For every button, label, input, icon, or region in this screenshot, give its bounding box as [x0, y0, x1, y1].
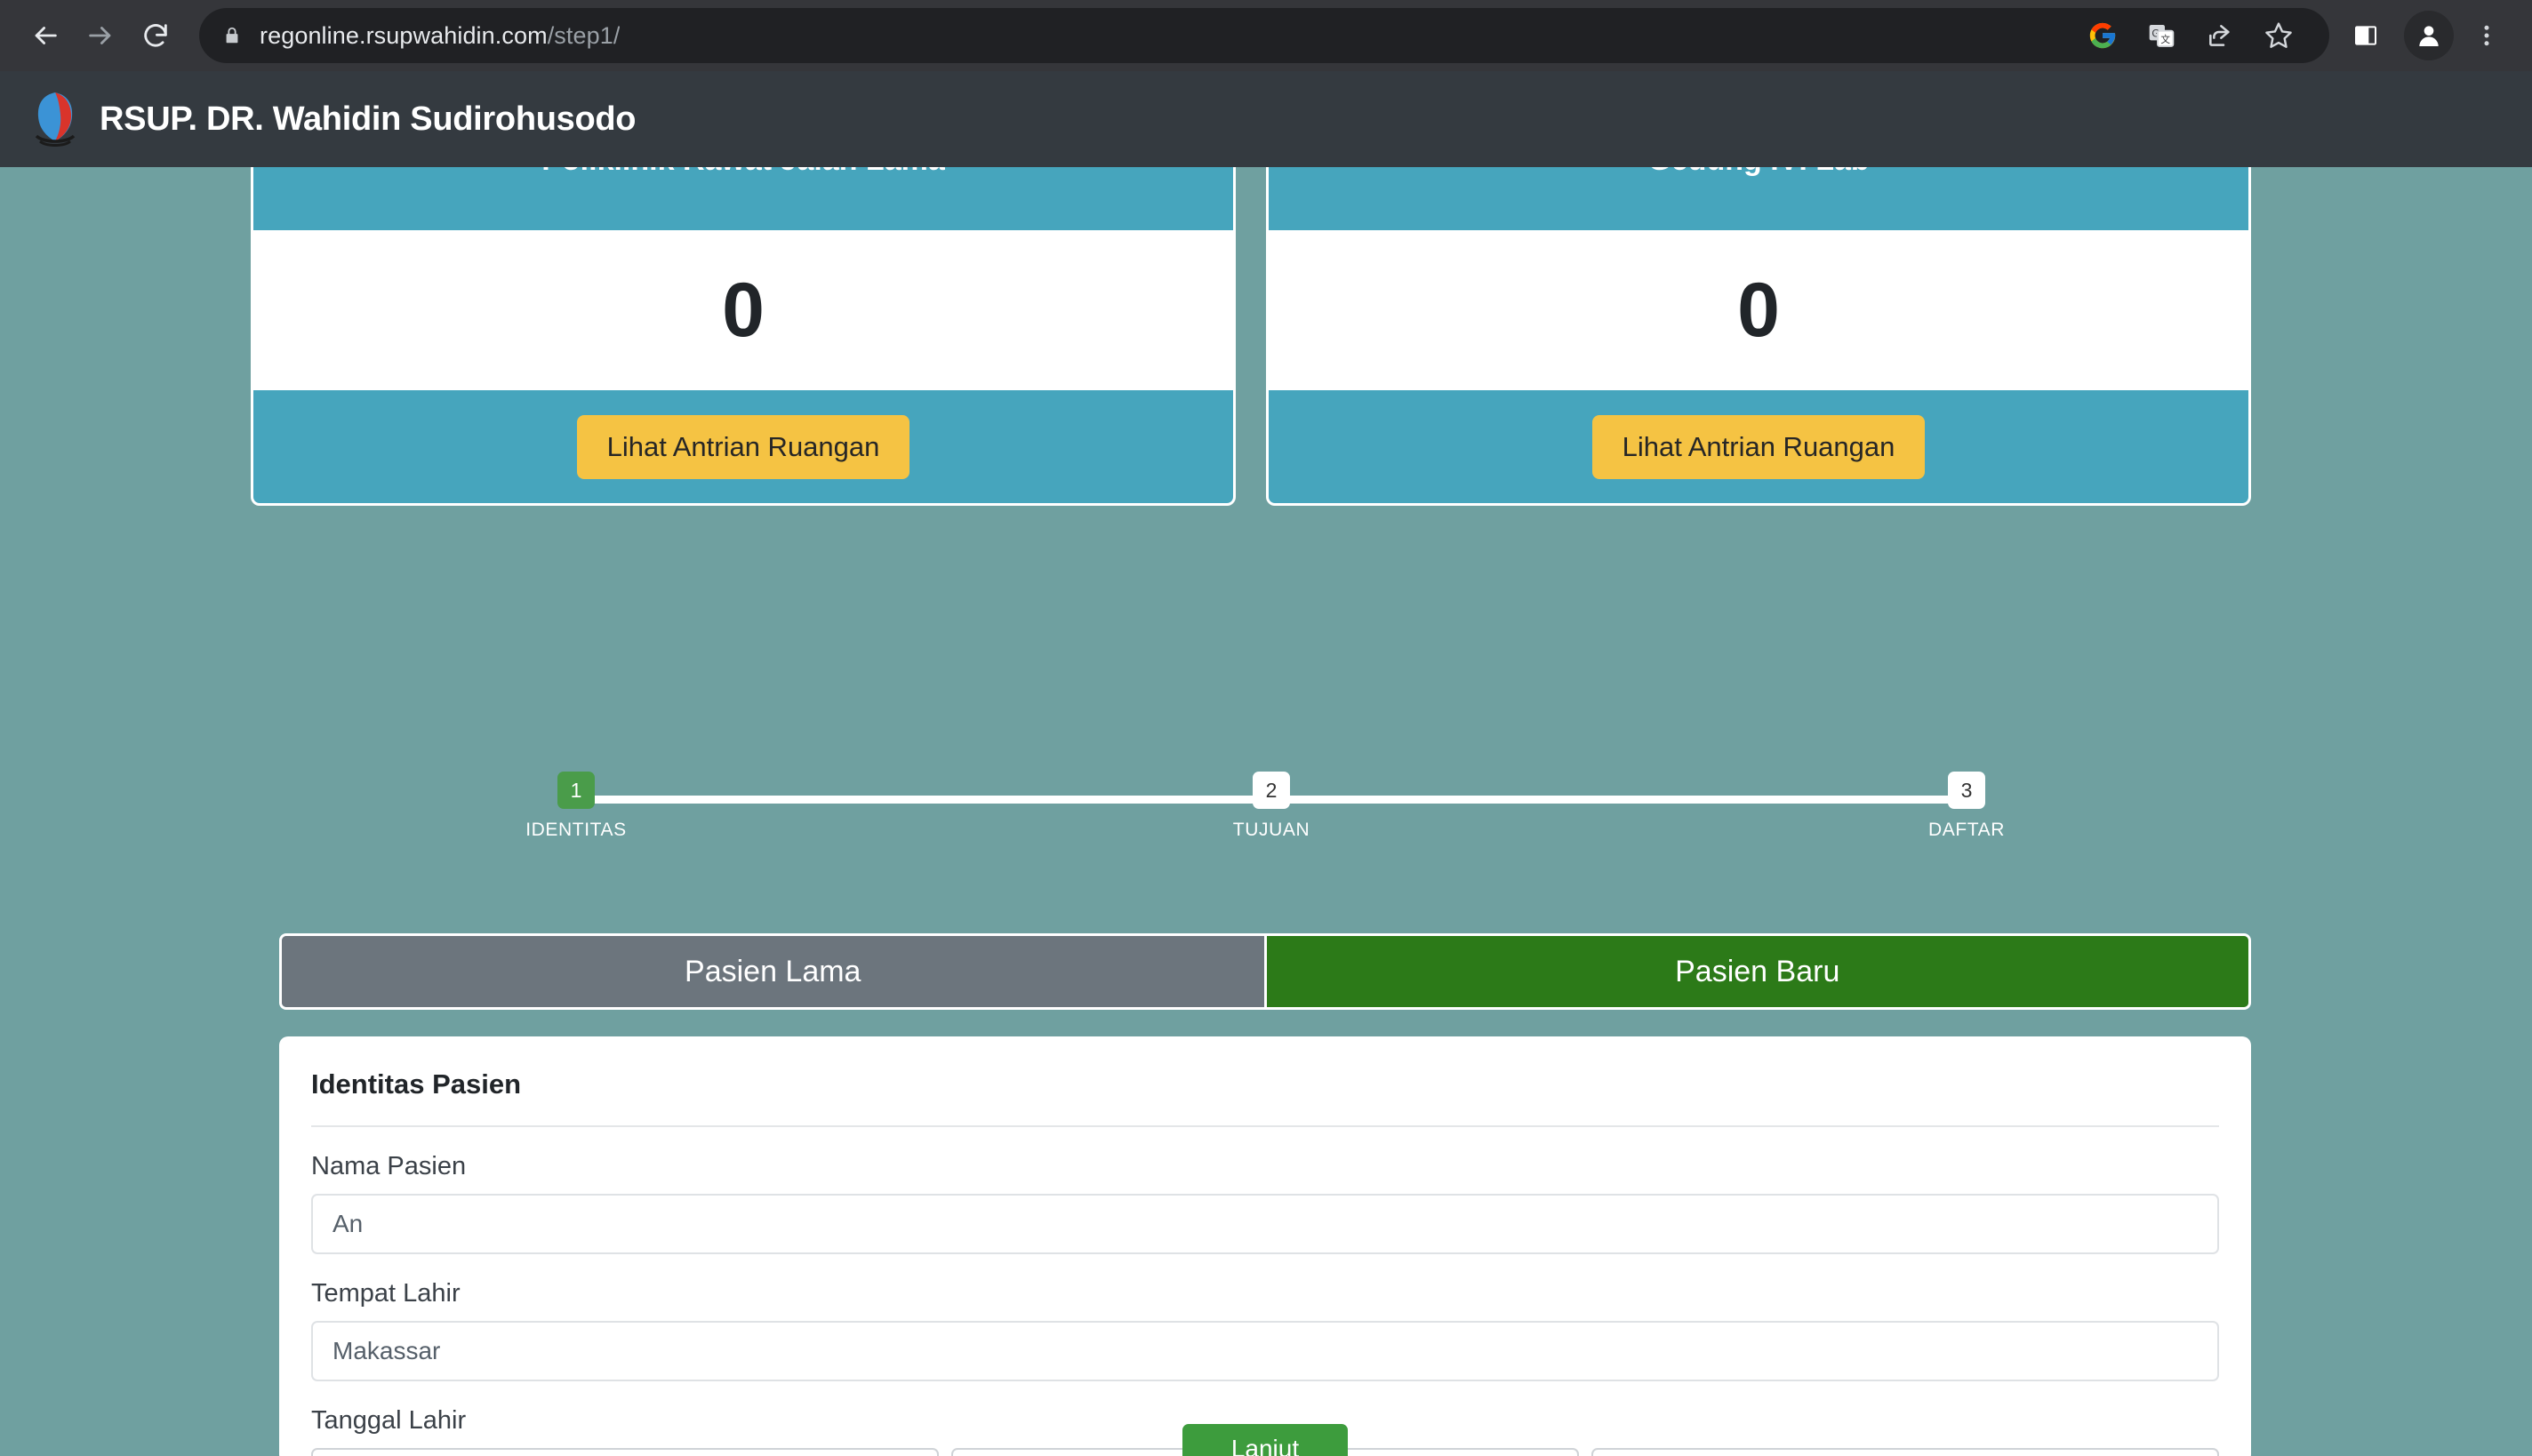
translate-icon[interactable]: G 文 [2134, 8, 2189, 63]
url-path: /step1/ [547, 21, 621, 49]
field-tempat-lahir: Tempat Lahir [311, 1279, 2219, 1381]
profile-avatar-icon[interactable] [2404, 11, 2454, 60]
url-domain: regonline.rsupwahidin.com [260, 21, 548, 49]
tempat-lahir-input[interactable] [311, 1321, 2219, 1381]
step-number-badge: 3 [1948, 772, 1985, 809]
forward-arrow-icon [85, 20, 116, 51]
back-arrow-icon [30, 20, 60, 51]
three-dot-menu-icon[interactable] [2459, 8, 2514, 63]
birth-day-select-wrap: 11 [311, 1448, 939, 1456]
queue-card-footer: Lihat Antrian Ruangan [253, 390, 1233, 503]
field-nama-pasien: Nama Pasien [311, 1152, 2219, 1254]
queue-card: Poliklinik Rawat Jalan Lama 0 Lihat Antr… [251, 167, 1236, 506]
share-icon[interactable] [2192, 8, 2248, 63]
hospital-shield-logo [30, 90, 80, 148]
lihat-antrian-ruangan-button[interactable]: Lihat Antrian Ruangan [576, 414, 910, 479]
lihat-antrian-ruangan-button[interactable]: Lihat Antrian Ruangan [1591, 414, 1926, 479]
step-label: DAFTAR [1927, 820, 2006, 840]
queue-cards-row: Poliklinik Rawat Jalan Lama 0 Lihat Antr… [251, 167, 2251, 506]
patient-type-tabs: Pasien Lama Pasien Baru [279, 933, 2251, 1010]
queue-card-footer: Lihat Antrian Ruangan [1269, 390, 2248, 503]
step-number-badge: 2 [1253, 772, 1290, 809]
tab-pasien-baru[interactable]: Pasien Baru [1266, 936, 2248, 1007]
google-lens-icon[interactable] [2075, 8, 2130, 63]
birth-year-select-wrap: 2012 [1591, 1448, 2219, 1456]
omnibox-action-icons: G 文 [2075, 8, 2306, 63]
queue-count: 0 [1737, 268, 1780, 353]
nama-pasien-input[interactable] [311, 1194, 2219, 1254]
back-button[interactable] [18, 8, 73, 63]
side-panel-icon[interactable] [2338, 8, 2393, 63]
page-content: Poliklinik Rawat Jalan Lama 0 Lihat Antr… [0, 167, 2532, 1456]
step-label: IDENTITAS [525, 820, 627, 840]
url-text: regonline.rsupwahidin.com/step1/ [260, 22, 620, 50]
stepper-step-identitas[interactable]: 1 IDENTITAS [487, 772, 665, 841]
browser-right-actions [2338, 8, 2514, 63]
queue-card-header: Poliklinik Rawat Jalan Lama [253, 167, 1233, 230]
form-heading: Identitas Pasien [311, 1068, 2219, 1127]
tempat-lahir-label: Tempat Lahir [311, 1279, 461, 1308]
page-title: RSUP. DR. Wahidin Sudirohusodo [100, 100, 637, 138]
forward-button[interactable] [73, 8, 128, 63]
tab-pasien-lama[interactable]: Pasien Lama [282, 936, 1264, 1007]
queue-card-body: 0 [1269, 230, 2248, 390]
stepper-step-daftar[interactable]: 3 DAFTAR [1878, 772, 2055, 841]
step-label: TUJUAN [1232, 820, 1310, 840]
stepper-step-tujuan[interactable]: 2 TUJUAN [1182, 772, 1360, 841]
queue-card: Gedung IVI Lab 0 Lihat Antrian Ruangan [1266, 167, 2251, 506]
address-bar[interactable]: regonline.rsupwahidin.com/step1/ G 文 [199, 8, 2329, 63]
nama-pasien-label: Nama Pasien [311, 1152, 467, 1180]
bookmark-star-icon[interactable] [2251, 8, 2306, 63]
progress-stepper: 1 IDENTITAS 2 TUJUAN 3 DAFTAR [525, 772, 2004, 860]
lock-icon [222, 25, 242, 46]
queue-card-title: Gedung IVI Lab [1647, 167, 1869, 178]
birth-day-select[interactable]: 11 [311, 1448, 939, 1456]
birth-year-select[interactable]: 2012 [1591, 1448, 2219, 1456]
site-header: RSUP. DR. Wahidin Sudirohusodo [0, 71, 2532, 167]
queue-card-title: Poliklinik Rawat Jalan Lama [541, 167, 945, 178]
reload-icon [140, 20, 171, 51]
browser-toolbar: regonline.rsupwahidin.com/step1/ G 文 [0, 0, 2532, 71]
queue-count: 0 [722, 268, 765, 353]
submit-button[interactable]: Lanjut [1182, 1424, 1348, 1456]
reload-button[interactable] [128, 8, 183, 63]
step-number-badge: 1 [557, 772, 595, 809]
queue-card-body: 0 [253, 230, 1233, 390]
svg-text:文: 文 [2160, 34, 2170, 45]
identitas-pasien-form: Identitas Pasien Nama Pasien Tempat Lahi… [279, 1036, 2251, 1456]
queue-card-header: Gedung IVI Lab [1269, 167, 2248, 230]
